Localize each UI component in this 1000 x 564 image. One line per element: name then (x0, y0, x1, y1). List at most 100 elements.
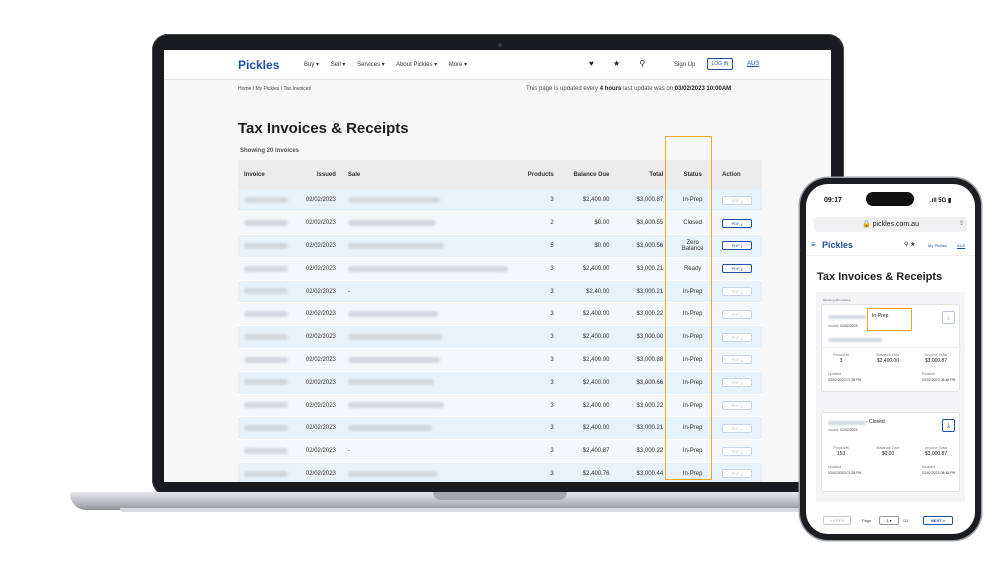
redacted-sale (347, 242, 444, 249)
next-button[interactable]: NEXT > (923, 516, 953, 525)
status-cell: Zero Balance (669, 234, 717, 258)
card-issued-label: Issued: (828, 428, 840, 432)
table-row[interactable]: 02/02/2023- 3 $2,40.00 $3,000.21 In-Prep PDF … (238, 280, 762, 304)
products-cell: 3 (513, 280, 560, 304)
invoice-cell[interactable] (238, 257, 298, 281)
invoice-cell[interactable] (238, 302, 298, 327)
pdf-download-button[interactable]: PDF ⤓ (722, 287, 753, 297)
issued-cell: 02/02/2023 (297, 462, 342, 482)
balance-due-cell: $2,400.00 (559, 189, 616, 213)
phone-pickles-logo[interactable]: Pickles (822, 240, 853, 250)
action-cell: PDF ⤓ (716, 211, 762, 236)
table-row[interactable]: 02/02/2023 3 $2,400.00 $3,000.00 In-Prep PDF … (238, 325, 762, 350)
updated-value: 02/02/2023 07:28 PM (828, 378, 862, 382)
nav-icons: ♥ ★ ⚲ (589, 59, 662, 68)
pdf-download-button[interactable]: PDF ⤓ (722, 332, 753, 342)
download-icon[interactable]: ⤓ (942, 419, 955, 432)
invoice-cell[interactable] (238, 211, 298, 236)
table-row[interactable]: 02/02/2023 3 $2,400.00 $3,000.21 In-Prep PDF … (238, 416, 762, 441)
invoice-cell[interactable] (238, 348, 298, 372)
download-icon[interactable]: ⤓ (942, 311, 955, 324)
invoice-cell[interactable] (238, 325, 298, 350)
balance-due-cell: $2,400.00 (559, 416, 616, 441)
watchlist-icon[interactable]: ♥ (589, 59, 594, 68)
table-row[interactable]: 02/02/2023 5 $0.00 $3,000.56 Zero Balance PDF… (238, 234, 762, 258)
pdf-download-button[interactable]: PDF ⤓ (722, 469, 753, 479)
laptop-screen: Pickles Buy ▾ Sell ▾ Services ▾ About Pi… (164, 50, 831, 482)
col-products: Products (513, 160, 560, 189)
url-text: 🔒 pickles.com.au (862, 221, 919, 228)
invoice-cell[interactable] (238, 371, 298, 395)
invoice-cell[interactable] (238, 439, 298, 464)
redacted-invoice-id (244, 470, 288, 477)
invoice-cell[interactable] (238, 234, 298, 258)
my-pickles-link[interactable]: My Pickles (928, 243, 947, 248)
update-interval: 4 hours (599, 86, 622, 92)
products-cell: 3 (513, 462, 560, 482)
pdf-download-button[interactable]: PDF ⤓ (722, 401, 753, 411)
prev-button[interactable]: < PREV (823, 516, 851, 525)
nav-item-services[interactable]: Services ▾ (357, 62, 385, 68)
sale-cell (341, 211, 514, 236)
page-select[interactable]: 1 ▾ (879, 516, 899, 525)
nav-item-sell[interactable]: Sell ▾ (331, 62, 346, 68)
col-total: Total (615, 160, 670, 189)
products-cell: 3 (513, 394, 560, 418)
table-row[interactable]: 02/02/2023 3 $2,400.00 $3,000.87 In-Prep PDF … (238, 189, 762, 213)
pdf-download-button[interactable]: PDF ⤓ (722, 309, 753, 319)
pdf-download-button[interactable]: PDF ⤓ (722, 355, 753, 365)
table-row[interactable]: 02/02/2023 3 $2,400.00 $3,000.22 In-Prep PDF … (238, 394, 762, 418)
invoice-cell[interactable] (238, 189, 298, 213)
share-icon[interactable]: ⇪ (959, 217, 964, 232)
total-label: Invoice Total (924, 352, 948, 357)
pdf-download-button[interactable]: PDF ⤓ (722, 378, 753, 388)
table-row[interactable]: 02/02/2023 3 $2,400.00 $3,000.22 In-Prep PDF … (238, 302, 762, 327)
phone-region-selector[interactable]: AUS (957, 243, 965, 248)
status-cell: In-Prep (669, 439, 717, 464)
issued-cell: 02/02/2023 (297, 257, 342, 281)
pdf-download-button[interactable]: PDF ⤓ (722, 195, 753, 205)
table-row[interactable]: 02/02/2023 3 $2,400.76 $3,000.44 In-Prep PDF … (238, 462, 762, 482)
total-cell: $3,000.88 (615, 348, 670, 372)
issued-cell: 02/02/2023 (297, 234, 342, 258)
table-row[interactable]: 02/02/2023 3 $2,400.00 $3,000.21 Ready PDF ⤓ (238, 257, 762, 281)
nav-item-more[interactable]: More ▾ (449, 62, 467, 68)
pdf-download-button[interactable]: PDF ⤓ (722, 446, 753, 456)
invoice-cell[interactable] (238, 394, 298, 418)
breadcrumb[interactable]: Home / My Pickles / Tax Invoices (238, 86, 311, 92)
redacted-sale (347, 425, 432, 432)
pdf-download-button[interactable]: PDF ⤓ (722, 423, 753, 433)
star-icon[interactable]: ★ (613, 59, 620, 68)
pdf-download-button[interactable]: PDF ⤓ (722, 264, 753, 274)
invoice-cell[interactable] (238, 462, 298, 482)
table-row[interactable]: 02/02/2023 3 $2,400.00 $3,000.88 In-Prep PDF … (238, 348, 762, 372)
status-cell: In-Prep (669, 325, 717, 350)
update-notice: This page is updated every 4 hours last … (526, 86, 731, 92)
redacted-invoice-id (828, 315, 866, 319)
pdf-download-button[interactable]: PDF ⤓ (722, 241, 753, 251)
top-nav: Pickles Buy ▾ Sell ▾ Services ▾ About Pi… (164, 50, 831, 80)
invoice-cell[interactable] (238, 280, 298, 304)
action-cell: PDF ⤓ (716, 348, 762, 372)
pickles-logo[interactable]: Pickles (238, 58, 279, 72)
table-row[interactable]: 02/02/2023 2 $0.00 $3,000.55 Closed PDF ⤓ (238, 211, 762, 236)
signup-link[interactable]: Sign Up (674, 62, 695, 68)
login-button[interactable]: LOG IN (707, 58, 733, 70)
phone-search-icon[interactable]: ⚲ (904, 242, 908, 248)
region-selector[interactable]: AUS (747, 61, 759, 67)
table-row[interactable]: 02/02/2023 3 $2,400.00 $3,000.66 In-Prep PDF … (238, 371, 762, 395)
phone-star-icon[interactable]: ★ (910, 242, 915, 248)
total-value: $3,000.87 (924, 451, 948, 457)
invoice-card[interactable]: - Closed Issued: 02/02/2023 ⤓ Products 1… (821, 412, 960, 492)
pdf-download-button[interactable]: PDF ⤓ (722, 218, 753, 228)
table-row[interactable]: 02/02/2023- 3 $2,400.87 $3,000.22 In-Prep PDF… (238, 439, 762, 464)
phone-invoice-count: Showing 20 invoices (823, 298, 851, 302)
hamburger-menu-icon[interactable]: ≡ (811, 240, 816, 249)
redacted-invoice-id (244, 288, 288, 295)
invoice-cell[interactable] (238, 416, 298, 441)
sale-cell: - (341, 280, 514, 304)
address-bar[interactable]: 🔒 pickles.com.au ⇪ (814, 217, 967, 232)
nav-item-buy[interactable]: Buy ▾ (304, 62, 319, 68)
nav-item-about[interactable]: About Pickles ▾ (396, 62, 437, 68)
search-icon[interactable]: ⚲ (639, 59, 645, 68)
